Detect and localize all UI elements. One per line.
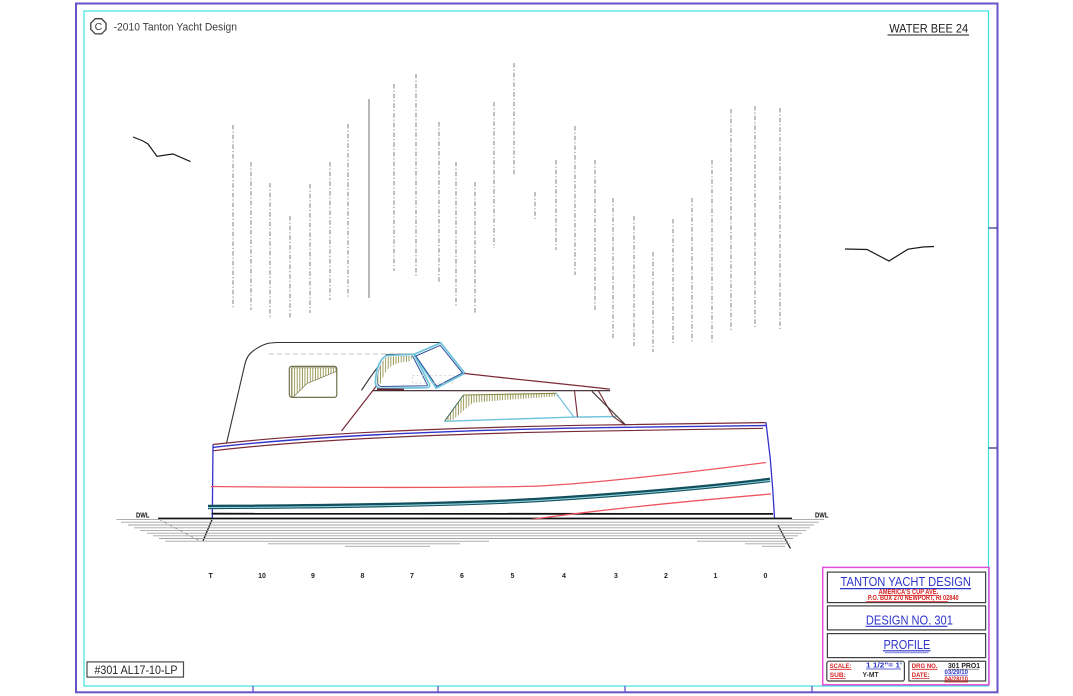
svg-text:6: 6 (460, 573, 464, 580)
svg-text:1: 1 (714, 573, 718, 580)
svg-text:0: 0 (763, 573, 767, 580)
svg-text:3: 3 (614, 573, 618, 580)
svg-text:C: C (95, 21, 103, 33)
svg-text:9: 9 (311, 573, 315, 580)
svg-text:DWL: DWL (136, 513, 150, 520)
svg-text:4: 4 (562, 573, 566, 580)
svg-text:Y-MT: Y-MT (863, 672, 880, 679)
svg-text:10: 10 (258, 573, 266, 580)
svg-text:TANTON YACHT DESIGN: TANTON YACHT DESIGN (841, 574, 972, 589)
svg-text:PROFILE: PROFILE (884, 637, 931, 652)
svg-text:8: 8 (361, 573, 365, 580)
svg-text:-2010 Tanton Yacht Design: -2010 Tanton Yacht Design (114, 22, 237, 34)
svg-text:5: 5 (511, 573, 515, 580)
svg-text:T: T (208, 573, 213, 580)
svg-text:DESIGN NO. 301: DESIGN NO. 301 (866, 612, 953, 627)
svg-text:DWL: DWL (815, 513, 829, 520)
svg-text:7: 7 (410, 573, 414, 580)
svg-text:#301 AL17-10-LP: #301 AL17-10-LP (95, 665, 178, 677)
svg-text:2: 2 (664, 573, 668, 580)
svg-text:WATER BEE 24: WATER BEE 24 (889, 21, 968, 35)
svg-text:P.O. BOX 270 NEWPORT, RI 02840: P.O. BOX 270 NEWPORT, RI 02840 (868, 595, 959, 602)
